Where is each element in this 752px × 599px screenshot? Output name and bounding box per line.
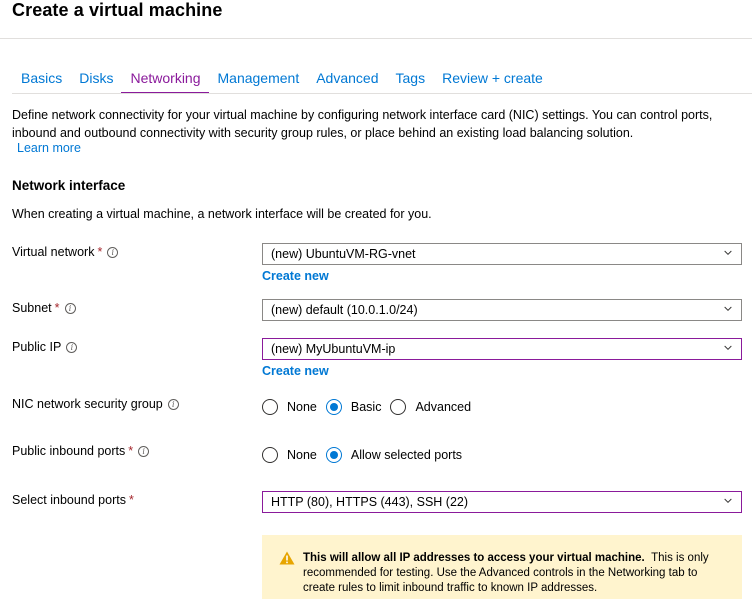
radio-label: Advanced	[415, 400, 472, 414]
page-description: Define network connectivity for your vir…	[12, 108, 713, 140]
subnet-label-row: Subnet * i	[12, 301, 76, 315]
info-icon[interactable]: i	[138, 446, 150, 457]
radio-circle[interactable]	[390, 399, 407, 415]
public-inbound-ports-label-row: Public inbound ports * i	[12, 444, 150, 458]
warning-text: This will allow all IP addresses to acce…	[303, 551, 729, 596]
info-icon[interactable]: i	[107, 247, 119, 258]
tab-disks[interactable]: Disks	[70, 60, 121, 92]
nic-nsg-label-row: NIC network security group i	[12, 397, 179, 411]
public-inbound-ports-radio-group: None Allow selected ports	[262, 447, 471, 463]
radio-circle[interactable]	[262, 399, 278, 415]
radio-label: None	[287, 400, 317, 414]
subnet-label: Subnet	[12, 301, 52, 315]
chevron-down-icon	[724, 306, 732, 311]
select-inbound-ports-label-row: Select inbound ports *	[12, 493, 134, 507]
info-icon[interactable]: i	[167, 399, 179, 410]
virtual-network-label-row: Virtual network * i	[12, 245, 119, 259]
tab-review-create[interactable]: Review + create	[433, 60, 551, 92]
tab-advanced[interactable]: Advanced	[307, 60, 386, 92]
nsg-option-none[interactable]: None	[262, 399, 317, 415]
virtual-network-value: (new) UbuntuVM-RG-vnet	[271, 247, 416, 261]
inbound-option-allow-selected[interactable]: Allow selected ports	[325, 447, 463, 463]
radio-label: Allow selected ports	[350, 448, 463, 462]
radio-label: None	[287, 448, 317, 462]
radio-circle-checked[interactable]	[325, 399, 342, 415]
nsg-option-advanced[interactable]: Advanced	[390, 399, 471, 415]
warning-bold-text: This will allow all IP addresses to acce…	[303, 552, 645, 564]
public-ip-create-new-link[interactable]: Create new	[262, 364, 329, 378]
public-inbound-ports-label: Public inbound ports	[12, 444, 126, 458]
public-ip-label-row: Public IP i	[12, 340, 78, 354]
header-divider	[0, 38, 752, 39]
inbound-option-none[interactable]: None	[262, 447, 317, 463]
tab-divider	[12, 93, 752, 94]
info-icon[interactable]: i	[66, 342, 78, 353]
tab-tags[interactable]: Tags	[387, 60, 434, 92]
section-title: Network interface	[12, 178, 126, 193]
virtual-network-dropdown[interactable]: (new) UbuntuVM-RG-vnet	[262, 243, 742, 265]
nic-nsg-radio-group: None Basic Advanced	[262, 399, 480, 415]
tab-management[interactable]: Management	[209, 60, 308, 92]
required-marker: *	[128, 444, 134, 458]
tab-networking[interactable]: Networking	[121, 60, 209, 94]
tab-basics[interactable]: Basics	[12, 60, 70, 92]
virtual-network-create-new-link[interactable]: Create new	[262, 269, 329, 283]
page-title: Create a virtual machine	[12, 0, 223, 20]
chevron-down-icon	[724, 250, 732, 255]
learn-more-link[interactable]: Learn more	[17, 141, 81, 155]
warning-triangle-icon	[279, 551, 295, 565]
required-marker: *	[97, 245, 103, 259]
subnet-value: (new) default (10.0.1.0/24)	[271, 303, 418, 317]
warning-message: This will allow all IP addresses to acce…	[262, 535, 742, 599]
info-icon[interactable]: i	[64, 303, 76, 314]
public-ip-dropdown[interactable]: (new) MyUbuntuVM-ip	[262, 338, 742, 360]
radio-circle[interactable]	[262, 447, 278, 463]
radio-circle-checked[interactable]	[325, 447, 342, 463]
nsg-option-basic[interactable]: Basic	[325, 399, 382, 415]
required-marker: *	[54, 301, 60, 315]
public-ip-label: Public IP	[12, 340, 62, 354]
radio-label: Basic	[350, 400, 382, 414]
chevron-down-icon	[724, 345, 732, 350]
tab-bar: Basics Disks Networking Management Advan…	[12, 60, 551, 94]
section-description: When creating a virtual machine, a netwo…	[12, 207, 432, 221]
required-marker: *	[128, 493, 134, 507]
subnet-dropdown[interactable]: (new) default (10.0.1.0/24)	[262, 299, 742, 321]
virtual-network-label: Virtual network	[12, 245, 95, 259]
select-inbound-ports-value: HTTP (80), HTTPS (443), SSH (22)	[271, 495, 469, 509]
chevron-down-icon	[724, 498, 732, 503]
nic-nsg-label: NIC network security group	[12, 397, 163, 411]
select-inbound-ports-dropdown[interactable]: HTTP (80), HTTPS (443), SSH (22)	[262, 491, 742, 513]
public-ip-value: (new) MyUbuntuVM-ip	[271, 342, 396, 356]
select-inbound-ports-label: Select inbound ports	[12, 493, 126, 507]
